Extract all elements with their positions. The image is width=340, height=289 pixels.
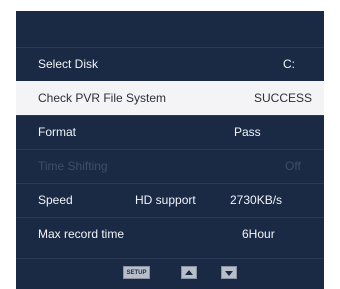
down-button[interactable]	[221, 266, 237, 279]
max-record-label: Max record time	[38, 227, 125, 241]
pvr-menu-panel: Select Disk C: Check PVR File System SUC…	[16, 11, 324, 289]
triangle-down-icon	[225, 271, 233, 276]
format-label: Format	[38, 125, 77, 139]
time-shifting-label: Time Shifting	[38, 159, 108, 173]
menu-row-format[interactable]: Format Pass	[16, 115, 324, 149]
menu-row-speed: Speed HD support 2730KB/s	[16, 183, 324, 217]
max-record-value: 6Hour	[242, 227, 275, 241]
speed-value: 2730KB/s	[230, 193, 283, 207]
select-disk-label: Select Disk	[38, 57, 99, 71]
menu-row-time-shifting: Time Shifting Off	[16, 149, 324, 183]
speed-label: Speed	[38, 193, 73, 207]
format-value: Pass	[234, 125, 261, 139]
footer-bar: SETUP	[16, 258, 324, 289]
check-pvr-label: Check PVR File System	[38, 91, 167, 105]
check-pvr-value: SUCCESS	[254, 91, 313, 105]
menu-row-check-pvr[interactable]: Check PVR File System SUCCESS	[16, 81, 324, 115]
setup-button[interactable]: SETUP	[123, 266, 150, 279]
up-button[interactable]	[181, 266, 197, 279]
menu-row-select-disk[interactable]: Select Disk C:	[16, 47, 324, 81]
select-disk-value: C:	[283, 57, 295, 71]
triangle-up-icon	[185, 270, 193, 275]
menu-row-max-record: Max record time 6Hour	[16, 217, 324, 251]
hd-support-label: HD support	[135, 193, 196, 207]
time-shifting-value: Off	[285, 159, 301, 173]
